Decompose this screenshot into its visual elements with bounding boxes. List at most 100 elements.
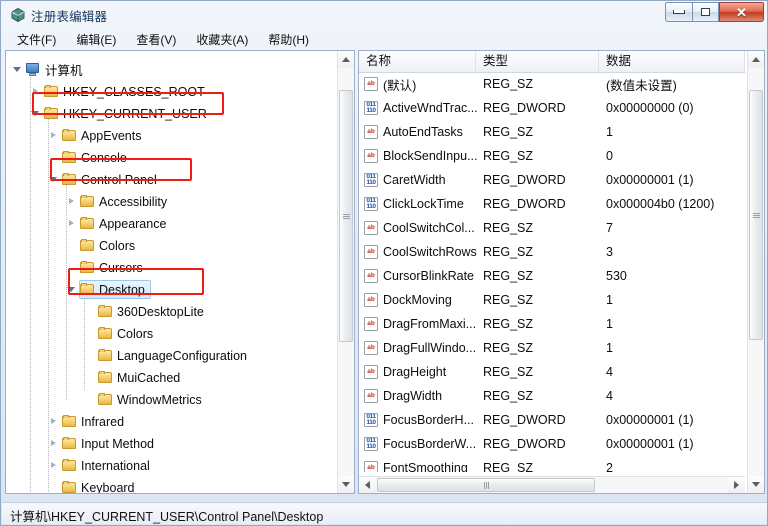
values-scroll-right-button[interactable] [728,477,745,493]
close-button[interactable]: ✕ [719,2,764,22]
restore-icon [701,8,710,16]
expand-triangle-icon[interactable] [48,130,59,141]
menu-favorites[interactable]: 收藏夹(A) [187,29,257,50]
values-horizontal-scrollbar[interactable] [359,476,745,493]
value-data: 4 [606,389,613,403]
value-row[interactable]: 011110FocusBorderW...REG_DWORD0x00000001… [359,432,745,456]
folder-icon [98,305,113,318]
value-row[interactable]: abAutoEndTasksREG_SZ1 [359,120,745,144]
column-header-name[interactable]: 名称 [359,51,476,72]
value-data: 4 [606,365,613,379]
values-scroll-left-button[interactable] [359,477,376,493]
collapse-triangle-icon[interactable] [12,64,23,75]
tree-node-label: HKEY_CURRENT_USER [63,107,207,121]
value-row[interactable]: abDragFullWindo...REG_SZ1 [359,336,745,360]
tree-scroll-down-button[interactable] [338,476,354,493]
menu-help[interactable]: 帮助(H) [259,29,318,50]
value-row[interactable]: abDragWidthREG_SZ4 [359,384,745,408]
tree-node-desktop[interactable]: Desktop [66,279,145,300]
value-type: REG_SZ [483,293,533,307]
dword-value-icon: 011110 [364,101,378,115]
values-scrollbar-thumb[interactable] [749,90,763,340]
value-name: CursorBlinkRate [383,269,474,283]
tree-node-accessibility[interactable]: Accessibility [66,191,167,212]
tree-scrollbar-thumb[interactable] [339,90,353,342]
tree-node-keyboard[interactable]: Keyboard [48,477,135,493]
tree-node-hkey-current-user[interactable]: HKEY_CURRENT_USER [30,103,207,124]
column-header-type[interactable]: 类型 [476,51,599,72]
tree-node-infrared[interactable]: Infrared [48,411,124,432]
tree-node-cursors[interactable]: Cursors [66,257,143,278]
tree-node-hkey-classes-root[interactable]: HKEY_CLASSES_ROOT [30,81,205,102]
tree-node-appearance[interactable]: Appearance [66,213,166,234]
value-row[interactable]: abFontSmoothingREG_SZ2 [359,456,745,472]
registry-editor-icon [10,7,26,23]
values-scroll-down-button[interactable] [748,476,764,493]
tree-node-appevents[interactable]: AppEvents [48,125,141,146]
values-scroll-up-button[interactable] [748,51,764,68]
values-vertical-scrollbar[interactable] [747,51,764,493]
collapse-triangle-icon[interactable] [66,284,77,295]
collapse-triangle-icon[interactable] [30,108,41,119]
expand-triangle-icon[interactable] [48,438,59,449]
string-value-icon: ab [364,269,378,283]
tree-spacer [84,328,95,339]
tree-node-360desktoplite[interactable]: 360DesktopLite [84,301,204,322]
value-row[interactable]: abBlockSendInpu...REG_SZ0 [359,144,745,168]
value-row[interactable]: abDragFromMaxi...REG_SZ1 [359,312,745,336]
value-row[interactable]: abCursorBlinkRateREG_SZ530 [359,264,745,288]
string-value-icon: ab [364,77,378,91]
value-row[interactable]: 011110ActiveWndTrac...REG_DWORD0x0000000… [359,96,745,120]
folder-icon [98,349,113,362]
value-name: DragHeight [383,365,446,379]
value-row[interactable]: 011110CaretWidthREG_DWORD0x00000001 (1) [359,168,745,192]
value-data: 7 [606,221,613,235]
value-type: REG_DWORD [483,437,566,451]
value-row[interactable]: abCoolSwitchRowsREG_SZ3 [359,240,745,264]
tree-node-languageconfiguration[interactable]: LanguageConfiguration [84,345,247,366]
folder-icon [44,107,59,120]
value-type: REG_SZ [483,461,533,472]
collapse-triangle-icon[interactable] [48,174,59,185]
values-list[interactable]: ab(默认)REG_SZ(数值未设置)011110ActiveWndTrac..… [359,72,745,472]
registry-tree[interactable]: 计算机HKEY_CLASSES_ROOT HKEY_CURRENT_USER App… [6,51,336,493]
menu-view[interactable]: 查看(V) [127,29,185,50]
string-value-icon: ab [364,221,378,235]
value-data: 0x00000001 (1) [606,173,694,187]
expand-triangle-icon[interactable] [66,196,77,207]
value-row[interactable]: abDockMovingREG_SZ1 [359,288,745,312]
tree-node-windowmetrics[interactable]: WindowMetrics [84,389,202,410]
tree-node-control-panel[interactable]: Control Panel [48,169,157,190]
chevron-up-icon [342,57,350,62]
tree-node-colors[interactable]: Colors [84,323,153,344]
registry-editor-window: 注册表编辑器 ✕ 文件(F) 编辑(E) 查看(V) 收藏夹(A) 帮助(H) [0,0,768,526]
tree-scroll-up-button[interactable] [338,51,354,68]
value-data: 1 [606,293,613,307]
expand-triangle-icon[interactable] [48,416,59,427]
value-name: CoolSwitchRows [383,245,477,259]
menu-edit[interactable]: 编辑(E) [67,29,125,50]
menu-file[interactable]: 文件(F) [8,29,65,50]
expand-triangle-icon[interactable] [30,86,41,97]
tree-node-international[interactable]: International [48,455,150,476]
tree-node-muicached[interactable]: MuiCached [84,367,180,388]
value-row[interactable]: 011110ClickLockTimeREG_DWORD0x000004b0 (… [359,192,745,216]
minimize-button[interactable] [665,2,692,22]
value-data: 0x00000001 (1) [606,437,694,451]
value-type: REG_SZ [483,245,533,259]
tree-vertical-scrollbar[interactable] [337,51,354,493]
tree-node-console[interactable]: Console [48,147,127,168]
value-row[interactable]: ab(默认)REG_SZ(数值未设置) [359,72,745,96]
value-row[interactable]: abDragHeightREG_SZ4 [359,360,745,384]
maximize-restore-button[interactable] [692,2,719,22]
value-row[interactable]: 011110FocusBorderH...REG_DWORD0x00000001… [359,408,745,432]
chevron-up-icon [752,57,760,62]
expand-triangle-icon[interactable] [48,460,59,471]
values-hscrollbar-thumb[interactable] [377,478,595,492]
expand-triangle-icon[interactable] [66,218,77,229]
column-header-data[interactable]: 数据 [599,51,745,72]
tree-node-colors[interactable]: Colors [66,235,135,256]
tree-node-[interactable]: 计算机 [12,59,83,80]
tree-node-input-method[interactable]: Input Method [48,433,154,454]
value-row[interactable]: abCoolSwitchCol...REG_SZ7 [359,216,745,240]
